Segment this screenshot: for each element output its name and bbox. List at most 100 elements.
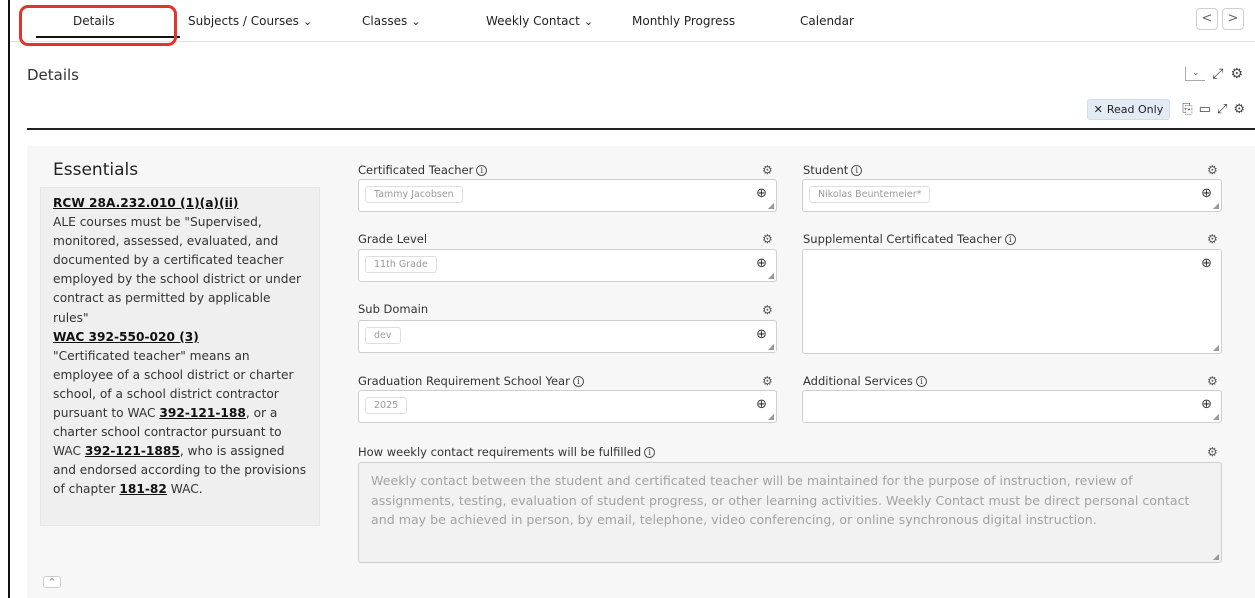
highlight-annotation — [19, 5, 177, 46]
sub-domain-label: Sub Domain — [358, 302, 428, 316]
sub-domain-field[interactable]: dev ⊕ ◢ — [358, 320, 777, 353]
chevron-down-icon: ⌄ — [411, 15, 421, 28]
weekly-contact-field[interactable]: Weekly contact between the student and c… — [358, 462, 1222, 563]
tab-calendar[interactable]: Calendar — [800, 14, 854, 28]
zoom-icon[interactable]: ⊕ — [756, 327, 767, 342]
collapse-button[interactable]: ^ — [43, 576, 61, 588]
essentials-title: Essentials — [53, 160, 139, 180]
info-icon[interactable]: i — [572, 376, 584, 387]
chapter-link[interactable]: 181-82 — [119, 482, 166, 496]
weekly-contact-label: How weekly contact requirements will be … — [358, 445, 656, 459]
essentials-text-2: "Certificated teacher" means an employee… — [53, 347, 307, 500]
info-icon[interactable]: i — [915, 376, 927, 387]
tab-label: Subjects / Courses — [188, 14, 299, 28]
resize-handle-icon[interactable]: ◢ — [1213, 202, 1219, 210]
gear-icon[interactable]: ⚙ — [1207, 232, 1218, 246]
certificated-teacher-field[interactable]: Tammy Jacobsen ⊕ ◢ — [358, 179, 777, 212]
tab-monthly-progress[interactable]: Monthly Progress — [632, 14, 735, 28]
view-select[interactable]: ⌄ — [1185, 67, 1206, 81]
supplemental-teacher-label: Supplemental Certificated Teacher i — [803, 232, 1016, 246]
value-chip: 2025 — [365, 397, 408, 414]
label-text: Student — [803, 163, 849, 177]
zoom-icon[interactable]: ⊕ — [1201, 256, 1212, 271]
label-text: Certificated Teacher — [358, 163, 474, 177]
header-tools: ⌄ ⤢ ⚙ — [1185, 67, 1243, 81]
resize-handle-icon[interactable]: ◢ — [768, 272, 774, 280]
info-icon[interactable]: i — [851, 165, 863, 176]
wac-link[interactable]: 392-121-188 — [159, 406, 245, 420]
text: WAC. — [166, 482, 203, 497]
gear-icon[interactable]: ⚙ — [762, 163, 773, 177]
divider — [27, 128, 1255, 130]
value-chip: 11th Grade — [365, 256, 437, 273]
tab-subjects-courses[interactable]: Subjects / Courses ⌄ — [188, 14, 312, 28]
essentials-box: RCW 28A.232.010 (1)(a)(ii) ALE courses m… — [40, 187, 320, 526]
value-chip: Nikolas Beuntemeier* — [809, 186, 931, 203]
tab-label: Weekly Contact — [486, 14, 580, 28]
gear-icon[interactable]: ⚙ — [1207, 374, 1218, 388]
resize-handle-icon[interactable]: ◢ — [768, 413, 774, 421]
tab-label: Monthly Progress — [632, 14, 736, 28]
resize-handle-icon[interactable]: ◢ — [1213, 553, 1219, 561]
tabs-prev-button[interactable]: < — [1196, 8, 1218, 30]
grad-year-field[interactable]: 2025 ⊕ ◢ — [358, 390, 777, 423]
zoom-icon[interactable]: ⊕ — [756, 186, 767, 201]
gear-icon[interactable]: ⚙ — [1207, 163, 1218, 177]
gear-icon[interactable]: ⚙ — [1230, 67, 1243, 81]
form-toolbar: ✕ Read Only ⎘ ▭ ⤢ ⚙ — [1086, 99, 1245, 120]
read-only-label: Read Only — [1106, 103, 1164, 116]
supplemental-teacher-field[interactable]: ⊕ ◢ — [802, 249, 1222, 354]
desktop-icon[interactable]: ▭ — [1199, 102, 1211, 117]
label-text: Sub Domain — [358, 302, 429, 316]
tab-weekly-contact[interactable]: Weekly Contact ⌄ — [486, 14, 593, 28]
label-text: Graduation Requirement School Year — [358, 374, 570, 388]
certificated-teacher-label: Certificated Teacher i — [358, 163, 488, 177]
details-panel: Essentials RCW 28A.232.010 (1)(a)(ii) AL… — [27, 146, 1255, 598]
page-title: Details — [27, 66, 80, 84]
info-icon[interactable]: i — [644, 447, 656, 458]
student-field[interactable]: Nikolas Beuntemeier* ⊕ ◢ — [802, 179, 1222, 212]
zoom-icon[interactable]: ⊕ — [1201, 186, 1212, 201]
grade-level-field[interactable]: 11th Grade ⊕ ◢ — [358, 249, 777, 282]
rcw-reference[interactable]: RCW 28A.232.010 (1)(a)(ii) — [53, 194, 307, 213]
tabs-next-button[interactable]: > — [1222, 8, 1244, 30]
resize-handle-icon[interactable]: ◢ — [1213, 344, 1219, 352]
tab-label: Classes — [362, 14, 408, 28]
value-chip: dev — [365, 327, 401, 344]
gear-icon[interactable]: ⚙ — [1207, 445, 1218, 459]
tab-bar: Details Subjects / Courses ⌄ Classes ⌄ Wee… — [10, 0, 1255, 42]
essentials-text: ALE courses must be "Supervised, monitor… — [53, 215, 301, 325]
wac-reference[interactable]: WAC 392-550-020 (3) — [53, 328, 307, 347]
weekly-contact-text: Weekly contact between the student and c… — [371, 473, 1190, 527]
zoom-icon[interactable]: ⊕ — [1201, 397, 1212, 412]
label-text: Grade Level — [358, 232, 428, 246]
zoom-icon[interactable]: ⊕ — [756, 256, 767, 271]
tab-label: Calendar — [800, 14, 854, 28]
gear-icon[interactable]: ⚙ — [1233, 102, 1245, 117]
tab-classes[interactable]: Classes ⌄ — [362, 14, 420, 28]
gear-icon[interactable]: ⚙ — [762, 374, 773, 388]
expand-icon[interactable]: ⤢ — [1212, 67, 1223, 81]
copy-icon[interactable]: ⎘ — [1182, 102, 1192, 117]
additional-services-label: Additional Services i — [803, 374, 927, 388]
gear-icon[interactable]: ⚙ — [762, 303, 773, 317]
info-icon[interactable]: i — [476, 165, 488, 176]
grad-year-label: Graduation Requirement School Year i — [358, 374, 584, 388]
additional-services-field[interactable]: ⊕ ◢ — [802, 390, 1222, 423]
resize-handle-icon[interactable]: ◢ — [768, 343, 774, 351]
read-only-badge[interactable]: ✕ Read Only — [1086, 99, 1171, 120]
chevron-down-icon: ⌄ — [302, 15, 313, 28]
info-icon[interactable]: i — [1004, 234, 1016, 245]
wac-link[interactable]: 392-121-1885 — [85, 444, 180, 458]
resize-handle-icon[interactable]: ◢ — [768, 202, 774, 210]
student-label: Student i — [803, 163, 863, 177]
resize-handle-icon[interactable]: ◢ — [1213, 413, 1219, 421]
label-text: How weekly contact requirements will be … — [358, 445, 642, 459]
chevron-down-icon: ⌄ — [583, 15, 594, 28]
zoom-icon[interactable]: ⊕ — [756, 397, 767, 412]
label-text: Additional Services — [803, 374, 913, 388]
label-text: Supplemental Certificated Teacher — [803, 232, 1002, 246]
expand-icon[interactable]: ⤢ — [1217, 102, 1227, 117]
gear-icon[interactable]: ⚙ — [762, 232, 773, 246]
value-chip: Tammy Jacobsen — [365, 186, 463, 203]
